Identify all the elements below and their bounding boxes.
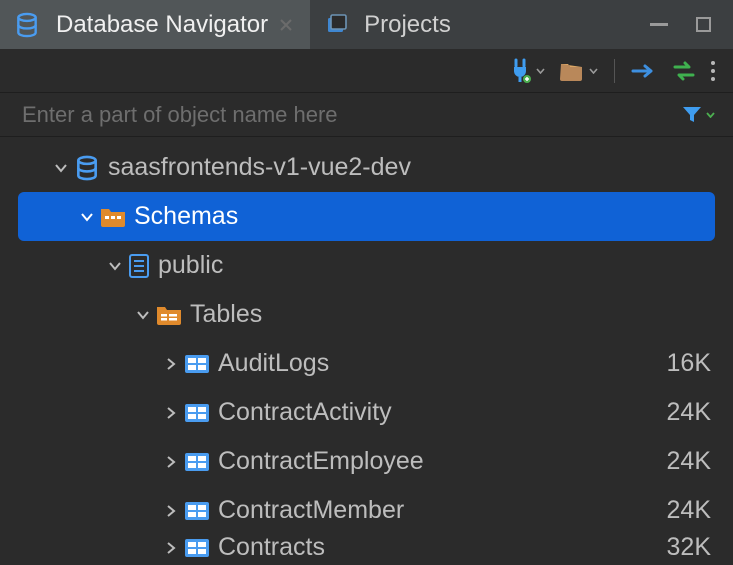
chevron-down-icon: [108, 261, 122, 271]
expand-toggle[interactable]: [158, 357, 184, 371]
table-size: 32K: [667, 535, 711, 560]
commit-button[interactable]: [631, 64, 657, 78]
tree: saasfrontends-v1-vue2-dev Schemas public: [0, 137, 733, 560]
tree-item-tables[interactable]: Tables: [0, 290, 733, 339]
table-size: 16K: [667, 349, 711, 378]
expand-toggle[interactable]: [130, 310, 156, 320]
window-controls: [650, 0, 733, 49]
tab-projects[interactable]: Projects: [310, 0, 465, 49]
expand-toggle[interactable]: [102, 261, 128, 271]
projects-icon: [324, 13, 348, 37]
open-folder-button[interactable]: [559, 60, 598, 82]
expand-toggle[interactable]: [74, 212, 100, 222]
tree-item-label: ContractMember: [218, 496, 667, 525]
table-icon: [184, 452, 210, 472]
tree-item-table[interactable]: Contracts 32K: [0, 535, 733, 560]
more-menu-button[interactable]: [711, 61, 715, 81]
minimize-button[interactable]: [650, 23, 668, 26]
expand-toggle[interactable]: [158, 455, 184, 469]
chevron-right-icon: [166, 541, 176, 555]
table-icon: [184, 403, 210, 423]
tree-item-table[interactable]: AuditLogs 16K: [0, 339, 733, 388]
filter-input[interactable]: [22, 102, 681, 128]
chevron-right-icon: [166, 504, 176, 518]
expand-toggle[interactable]: [158, 504, 184, 518]
tree-item-label: ContractActivity: [218, 398, 667, 427]
table-size: 24K: [667, 496, 711, 525]
expand-toggle[interactable]: [158, 541, 184, 555]
tree-item-schema-public[interactable]: public: [0, 241, 733, 290]
tab-bar: Database Navigator Projects: [0, 0, 733, 49]
plug-icon: [510, 58, 532, 84]
schemas-folder-icon: [100, 206, 126, 228]
funnel-icon: [681, 104, 703, 126]
tree-item-label: Contracts: [218, 535, 667, 560]
tree-item-connection[interactable]: saasfrontends-v1-vue2-dev: [0, 143, 733, 192]
close-icon[interactable]: [276, 12, 296, 38]
tree-item-label: Schemas: [134, 202, 711, 231]
table-size: 24K: [667, 447, 711, 476]
chevron-down-icon: [80, 212, 94, 222]
chevron-down-icon: [706, 112, 715, 118]
tab-label: Database Navigator: [56, 11, 268, 39]
tab-database-navigator[interactable]: Database Navigator: [0, 0, 310, 49]
tree-item-label: public: [158, 251, 711, 280]
schema-icon: [128, 253, 150, 279]
tree-item-table[interactable]: ContractActivity 24K: [0, 388, 733, 437]
chevron-down-icon: [589, 68, 598, 74]
swap-arrows-icon: [671, 61, 697, 81]
filter-row: [0, 93, 733, 137]
table-icon: [184, 538, 210, 558]
database-icon: [14, 12, 40, 38]
chevron-right-icon: [166, 455, 176, 469]
new-connection-button[interactable]: [510, 58, 545, 84]
toolbar: [0, 49, 733, 93]
chevron-right-icon: [166, 406, 176, 420]
tables-folder-icon: [156, 304, 182, 326]
tree-item-label: AuditLogs: [218, 349, 667, 378]
expand-toggle[interactable]: [48, 163, 74, 173]
table-icon: [184, 501, 210, 521]
tree-item-table[interactable]: ContractMember 24K: [0, 486, 733, 535]
maximize-button[interactable]: [696, 17, 711, 32]
tree-item-label: Tables: [190, 300, 711, 329]
folder-icon: [559, 60, 585, 82]
tree-item-label: ContractEmployee: [218, 447, 667, 476]
tab-label: Projects: [364, 11, 451, 39]
tree-item-table[interactable]: ContractEmployee 24K: [0, 437, 733, 486]
arrow-right-icon: [631, 64, 657, 78]
database-icon: [74, 155, 100, 181]
toolbar-divider: [614, 59, 615, 83]
chevron-right-icon: [166, 357, 176, 371]
filter-funnel-button[interactable]: [681, 104, 715, 126]
tree-item-schemas[interactable]: Schemas: [18, 192, 715, 241]
chevron-down-icon: [54, 163, 68, 173]
table-size: 24K: [667, 398, 711, 427]
chevron-down-icon: [536, 68, 545, 74]
chevron-down-icon: [136, 310, 150, 320]
refresh-button[interactable]: [671, 61, 697, 81]
expand-toggle[interactable]: [158, 406, 184, 420]
tree-item-label: saasfrontends-v1-vue2-dev: [108, 153, 711, 182]
table-icon: [184, 354, 210, 374]
